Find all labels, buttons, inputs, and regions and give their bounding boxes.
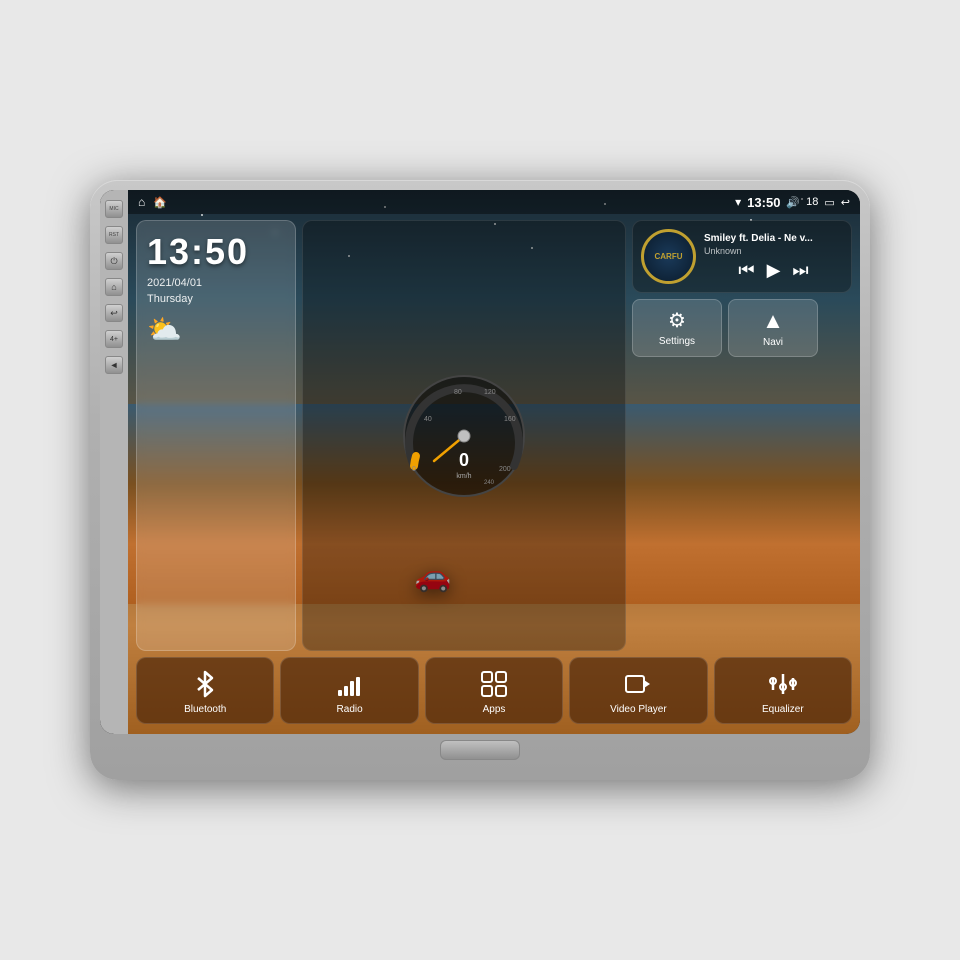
rst-button[interactable]: RST — [105, 226, 123, 244]
navi-label: Navi — [763, 337, 783, 348]
equalizer-icon — [769, 670, 797, 698]
top-row: 13:50 2021/04/01 Thursday ⛅ — [136, 220, 852, 651]
media-title: Smiley ft. Delia - Ne v... — [704, 233, 843, 244]
speedometer-widget: 0 40 80 120 160 200 240 0 km — [302, 220, 626, 651]
rst-label: RST — [109, 232, 119, 238]
battery-icon: ▭ — [824, 196, 834, 209]
media-controls: ⏮ ▶ ⏭ — [704, 260, 843, 281]
main-screen: 🚗 ⌂ 🏠 ▾ 13:50 🔊 18 ▭ ↩ — [128, 190, 860, 734]
car-head-unit: MIC RST ⏻ ⌂ ↩ 4+ ◄ — [90, 180, 870, 780]
volume-level: 18 — [806, 196, 818, 208]
power-button[interactable]: ⏻ — [105, 252, 123, 270]
media-top: CARFU Smiley ft. Delia - Ne v... Unknown… — [641, 229, 843, 284]
media-widget: CARFU Smiley ft. Delia - Ne v... Unknown… — [632, 220, 852, 293]
clock-time: 13:50 — [147, 231, 249, 273]
svg-text:0: 0 — [459, 450, 469, 470]
home-side-button[interactable]: ⌂ — [105, 278, 123, 296]
main-content: 13:50 2021/04/01 Thursday ⛅ — [128, 214, 860, 734]
svg-text:160: 160 — [504, 416, 516, 423]
weather-icon: ⛅ — [147, 313, 182, 346]
speedometer-svg: 0 40 80 120 160 200 240 0 km — [394, 366, 534, 506]
settings-label: Settings — [659, 336, 695, 347]
video-player-button[interactable]: Video Player — [569, 657, 707, 724]
weather-widget: ⛅ — [147, 313, 182, 346]
media-info: Smiley ft. Delia - Ne v... Unknown ⏮ ▶ ⏭ — [704, 233, 843, 281]
svg-text:120: 120 — [484, 389, 496, 396]
radio-label: Radio — [337, 704, 363, 715]
bluetooth-icon — [191, 670, 219, 698]
equalizer-label: Equalizer — [762, 704, 804, 715]
play-button[interactable]: ▶ — [767, 260, 781, 281]
radio-icon — [336, 670, 364, 698]
navi-button[interactable]: ▲ Navi — [728, 299, 818, 357]
next-button[interactable]: ⏭ — [792, 260, 808, 281]
bottom-physical-button[interactable] — [440, 740, 520, 760]
status-time: 13:50 — [747, 195, 780, 210]
vol-down-button[interactable]: ◄ — [105, 356, 123, 374]
side-buttons-panel: MIC RST ⏻ ⌂ ↩ 4+ ◄ — [100, 190, 128, 734]
svg-text:40: 40 — [424, 416, 432, 423]
mic-label: MIC — [109, 206, 118, 212]
settings-button[interactable]: ⚙ Settings — [632, 299, 722, 357]
video-player-label: Video Player — [610, 704, 667, 715]
bluetooth-label: Bluetooth — [184, 704, 226, 715]
clock-widget: 13:50 2021/04/01 Thursday ⛅ — [136, 220, 296, 651]
bluetooth-button[interactable]: Bluetooth — [136, 657, 274, 724]
volume-icon: 🔊 — [786, 196, 800, 209]
clock-day: Thursday — [147, 293, 193, 305]
device-inner: MIC RST ⏻ ⌂ ↩ 4+ ◄ — [100, 190, 860, 734]
wifi-icon: ▾ — [735, 195, 741, 209]
status-bar-right: ▾ 13:50 🔊 18 ▭ ↩ — [735, 195, 850, 210]
equalizer-button[interactable]: Equalizer — [714, 657, 852, 724]
album-logo: CARFU — [655, 252, 683, 262]
mic-button[interactable]: MIC — [105, 200, 123, 218]
prev-button[interactable]: ⏮ — [738, 260, 754, 281]
album-art: CARFU — [641, 229, 696, 284]
apps-label: Apps — [483, 704, 506, 715]
settings-icon: ⚙ — [668, 308, 686, 333]
house-filled-icon[interactable]: 🏠 — [153, 196, 167, 209]
quick-buttons-row: ⚙ Settings ▲ Navi — [632, 299, 852, 357]
svg-text:200: 200 — [499, 466, 511, 473]
apps-icon — [480, 670, 508, 698]
back-side-button[interactable]: ↩ — [105, 304, 123, 322]
media-artist: Unknown — [704, 246, 843, 256]
vol-up-button[interactable]: 4+ — [105, 330, 123, 348]
app-row: Bluetooth Radio — [136, 657, 852, 728]
radio-button[interactable]: Radio — [280, 657, 418, 724]
status-bar-left: ⌂ 🏠 — [138, 195, 167, 209]
video-icon — [624, 670, 652, 698]
status-bar: ⌂ 🏠 ▾ 13:50 🔊 18 ▭ ↩ — [128, 190, 860, 214]
apps-button[interactable]: Apps — [425, 657, 563, 724]
clock-date: 2021/04/01 — [147, 277, 202, 289]
home-icon[interactable]: ⌂ — [138, 195, 145, 209]
navi-icon: ▲ — [762, 308, 784, 334]
svg-text:240: 240 — [484, 480, 495, 486]
svg-text:80: 80 — [454, 389, 462, 396]
back-status-icon[interactable]: ↩ — [841, 196, 850, 209]
svg-text:km/h: km/h — [456, 473, 471, 480]
svg-text:0: 0 — [412, 466, 416, 473]
